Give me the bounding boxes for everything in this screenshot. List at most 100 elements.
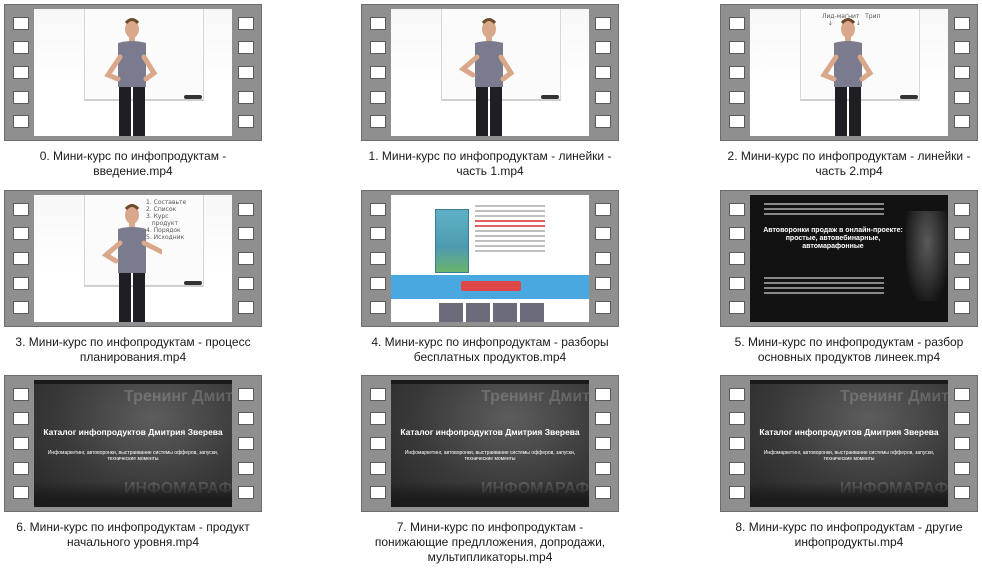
sprocket-hole	[12, 202, 29, 216]
sprocket-hole	[369, 115, 386, 129]
video-thumbnail: Автоворонки продаж в онлайн-проекте: про…	[750, 195, 948, 322]
video-thumbnail: 1. Составьте 2. Список 3. Курс продукт 4…	[34, 195, 232, 322]
file-name[interactable]: 5. Мини-курс по инфопродуктам - разбор о…	[720, 335, 978, 365]
file-name[interactable]: 4. Мини-курс по инфопродуктам - разборы …	[361, 335, 619, 365]
background-banner: Тренинг Дмитрия	[124, 388, 232, 405]
sprocket-hole	[728, 301, 745, 315]
sprocket-hole	[728, 412, 745, 426]
sprocket-hole	[953, 65, 970, 79]
file-item[interactable]: Автоворонки продаж в онлайн-проекте: про…	[720, 190, 978, 375]
marker	[184, 281, 202, 285]
sprocket-hole	[237, 65, 254, 79]
sprocket-hole	[12, 16, 29, 30]
file-item[interactable]: 0. Мини-курс по инфопродуктам - введение…	[4, 4, 262, 189]
sprocket-hole	[594, 115, 611, 129]
background-banner: Тренинг Дмитрия	[481, 388, 589, 405]
file-name[interactable]: 1. Мини-курс по инфопродуктам - линейки …	[361, 149, 619, 179]
text-lines	[764, 277, 884, 297]
sprocket-hole	[369, 276, 386, 290]
video-thumbnail	[391, 9, 589, 136]
marker	[541, 95, 559, 99]
video-thumbnail	[34, 9, 232, 136]
file-item[interactable]: 4. Мини-курс по инфопродуктам - разборы …	[361, 190, 619, 375]
marker	[900, 95, 918, 99]
sprocket-hole	[237, 436, 254, 450]
sprocket-hole	[953, 16, 970, 30]
sprocket-hole	[237, 412, 254, 426]
presenter-figure	[102, 204, 162, 322]
sprocket-hole	[953, 412, 970, 426]
film-strip-icon[interactable]: Тренинг ДмитрияИНФОМАРАФОНКаталог инфопр…	[4, 375, 262, 512]
file-name[interactable]: 8. Мини-курс по инфопродуктам - другие и…	[720, 520, 978, 550]
sprocket-hole	[12, 461, 29, 475]
film-strip-icon[interactable]: 1. Составьте 2. Список 3. Курс продукт 4…	[4, 190, 262, 327]
film-sprockets	[721, 191, 752, 326]
sprocket-hole	[728, 227, 745, 241]
sprocket-hole	[12, 227, 29, 241]
sprocket-hole	[728, 41, 745, 55]
film-strip-icon[interactable]: Тренинг ДмитрияИНФОМАРАФОНКаталог инфопр…	[361, 375, 619, 512]
sprocket-hole	[12, 436, 29, 450]
sprocket-hole	[728, 461, 745, 475]
file-name[interactable]: 0. Мини-курс по инфопродуктам - введение…	[4, 149, 262, 179]
sprocket-hole	[728, 436, 745, 450]
sprocket-hole	[953, 387, 970, 401]
sprocket-hole	[237, 251, 254, 265]
sprocket-hole	[237, 227, 254, 241]
video-thumbnail: Тренинг ДмитрияИНФОМАРАФОНКаталог инфопр…	[750, 380, 948, 507]
film-strip-icon[interactable]: Тренинг ДмитрияИНФОМАРАФОНКаталог инфопр…	[720, 375, 978, 512]
file-item[interactable]: Тренинг ДмитрияИНФОМАРАФОНКаталог инфопр…	[361, 375, 619, 564]
sprocket-hole	[594, 276, 611, 290]
file-name[interactable]: 7. Мини-курс по инфопродуктам - понижающ…	[361, 520, 619, 565]
video-thumbnail: Лид-магнит Трип ↓ ↓	[750, 9, 948, 136]
text-lines	[764, 203, 884, 218]
sprocket-hole	[728, 486, 745, 500]
film-strip-icon[interactable]	[4, 4, 262, 141]
film-sprockets	[362, 191, 393, 326]
film-strip-icon[interactable]	[361, 4, 619, 141]
photo-strip	[439, 303, 544, 322]
file-item[interactable]: Тренинг ДмитрияИНФОМАРАФОНКаталог инфопр…	[4, 375, 262, 560]
text-lines	[475, 205, 545, 255]
film-strip-icon[interactable]: Автоворонки продаж в онлайн-проекте: про…	[720, 190, 978, 327]
sprocket-hole	[12, 65, 29, 79]
video-thumbnail: Тренинг ДмитрияИНФОМАРАФОНКаталог инфопр…	[391, 380, 589, 507]
sprocket-hole	[369, 65, 386, 79]
sprocket-hole	[369, 227, 386, 241]
film-sprockets	[5, 191, 36, 326]
file-item[interactable]: Лид-магнит Трип ↓ ↓ 2. Мини-курс по инфоп…	[720, 4, 978, 189]
browser-bar	[34, 380, 232, 384]
file-name[interactable]: 3. Мини-курс по инфопродуктам - процесс …	[4, 335, 262, 365]
marker	[184, 95, 202, 99]
sprocket-hole	[594, 301, 611, 315]
film-sprockets	[721, 5, 752, 140]
film-sprockets	[587, 5, 618, 140]
sprocket-hole	[728, 387, 745, 401]
file-name[interactable]: 6. Мини-курс по инфопродуктам - продукт …	[4, 520, 262, 550]
film-strip-icon[interactable]: Лид-магнит Трип ↓ ↓	[720, 4, 978, 141]
screen-title: Каталог инфопродуктов Дмитрия Зверева	[400, 427, 580, 437]
film-sprockets	[587, 376, 618, 511]
sprocket-hole	[594, 65, 611, 79]
sprocket-hole	[594, 90, 611, 104]
sprocket-hole	[369, 387, 386, 401]
audience	[750, 482, 948, 507]
sprocket-hole	[237, 301, 254, 315]
file-item[interactable]: 1. Мини-курс по инфопродуктам - линейки …	[361, 4, 619, 189]
sprocket-hole	[369, 202, 386, 216]
file-name[interactable]: 2. Мини-курс по инфопродуктам - линейки …	[720, 149, 978, 179]
sprocket-hole	[594, 16, 611, 30]
film-sprockets	[946, 5, 977, 140]
film-sprockets	[362, 376, 393, 511]
sprocket-hole	[369, 301, 386, 315]
background-banner: Тренинг Дмитрия	[840, 388, 948, 405]
sprocket-hole	[728, 90, 745, 104]
presenter-figure	[104, 18, 158, 136]
sprocket-hole	[728, 276, 745, 290]
file-item[interactable]: Тренинг ДмитрияИНФОМАРАФОНКаталог инфопр…	[720, 375, 978, 560]
sprocket-hole	[594, 227, 611, 241]
film-strip-icon[interactable]	[361, 190, 619, 327]
screen-title: Каталог инфопродуктов Дмитрия Зверева	[43, 427, 223, 437]
file-item[interactable]: 1. Составьте 2. Список 3. Курс продукт 4…	[4, 190, 262, 375]
video-thumbnail: Тренинг ДмитрияИНФОМАРАФОНКаталог инфопр…	[34, 380, 232, 507]
